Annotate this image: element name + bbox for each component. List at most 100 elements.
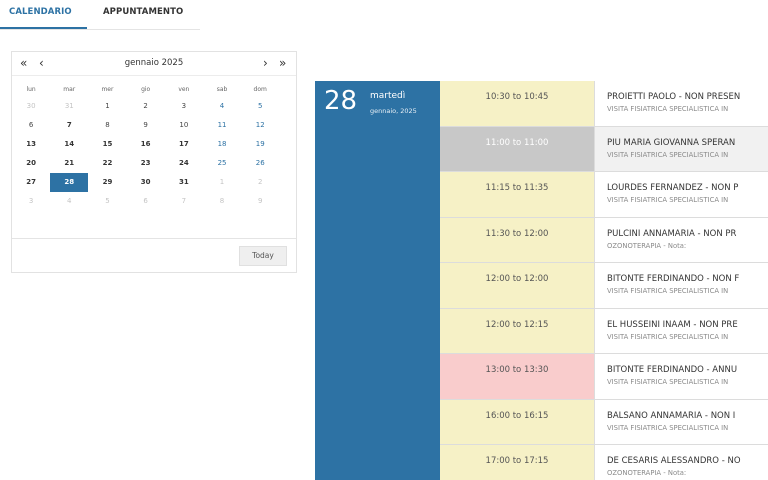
appointment-time: 16:00 to 16:15 (440, 399, 595, 444)
weekday-label: gio (141, 86, 151, 93)
appointment-title: DE CESARIS ALESSANDRO - NO (607, 456, 741, 466)
appointment-service: VISITA FISIATRICA SPECIALISTICA IN (607, 287, 729, 295)
calendar-day[interactable]: 4 (203, 97, 241, 116)
appointment-row[interactable]: 11:30 to 12:00 PULCINI ANNAMARIA - NON PR… (440, 217, 768, 263)
appointment-list: 10:30 to 10:45 PROIETTI PAOLO - NON PRESE… (440, 81, 768, 480)
appointment-row[interactable]: 16:00 to 16:15 BALSANO ANNAMARIA - NON I V… (440, 399, 768, 445)
day-header: 28 martedì gennaio, 2025 (315, 81, 440, 480)
appointment-time: 10:30 to 10:45 (440, 81, 595, 126)
mini-calendar: « ‹ gennaio 2025 › » lun mar mer gio ven sab d… (11, 51, 297, 273)
day-number: 28 (324, 86, 358, 116)
calendar-day[interactable]: 21 (50, 154, 88, 173)
view-tabs: CALENDARIO APPUNTAMENTO (0, 0, 200, 30)
calendar-day[interactable]: 8 (88, 116, 126, 135)
appointment-service: VISITA FISIATRICA SPECIALISTICA IN (607, 332, 729, 341)
appointment-title: PULCINI ANNAMARIA - NON PR (607, 228, 737, 239)
calendar-day[interactable]: 5 (241, 97, 279, 116)
tab-calendar[interactable]: CALENDARIO (9, 7, 72, 17)
calendar-day-outside[interactable]: 8 (203, 192, 241, 211)
weekday-label: mar (63, 86, 76, 93)
calendar-day-outside[interactable]: 30 (12, 97, 50, 116)
month-title[interactable]: gennaio 2025 (12, 58, 296, 68)
calendar-day-outside[interactable]: 3 (12, 192, 50, 211)
appointment-service: VISITA FISIATRICA SPECIALISTICA IN (607, 378, 729, 386)
calendar-day[interactable]: 31 (165, 173, 203, 192)
appointment-title: LOURDES FERNANDEZ - NON P (607, 183, 739, 193)
appointment-row[interactable]: 10:30 to 10:45 PROIETTI PAOLO - NON PRESE… (440, 81, 768, 127)
calendar-day[interactable]: 15 (88, 135, 126, 154)
calendar-day[interactable]: 1 (88, 97, 126, 116)
calendar-day-outside[interactable]: 9 (241, 192, 279, 211)
calendar-day-outside[interactable]: 7 (165, 192, 203, 211)
appointment-time: 11:15 to 11:35 (440, 172, 595, 217)
calendar-day[interactable]: 19 (241, 135, 279, 154)
appointment-time: 11:00 to 11:00 (440, 126, 595, 171)
tab-appointment[interactable]: APPUNTAMENTO (103, 7, 183, 17)
appointment-service: OZONOTERAPIA - Nota: (607, 469, 687, 477)
calendar-day[interactable]: 25 (203, 154, 241, 173)
calendar-day[interactable]: 16 (127, 135, 165, 154)
mini-calendar-header: « ‹ gennaio 2025 › » (12, 52, 296, 76)
appointment-details[interactable]: EL HUSSEINI INAAM - NON PRE VISITA FISIAT… (595, 308, 768, 353)
calendar-day[interactable]: 9 (127, 116, 165, 135)
mini-calendar-footer: Today (12, 238, 296, 273)
calendar-day[interactable]: 13 (12, 135, 50, 154)
calendar-day-outside[interactable]: 2 (241, 173, 279, 192)
next-month-icon[interactable]: › (263, 56, 268, 70)
calendar-day[interactable]: 24 (165, 154, 203, 173)
appointment-time: 12:00 to 12:15 (440, 308, 595, 353)
calendar-day[interactable]: 26 (241, 154, 279, 173)
calendar-day[interactable]: 29 (88, 173, 126, 192)
appointment-row[interactable]: 17:00 to 17:15 DE CESARIS ALESSANDRO - NO… (440, 445, 768, 480)
day-weekday: martedì (370, 91, 406, 101)
appointment-details[interactable]: DE CESARIS ALESSANDRO - NO OZONOTERAPIA -… (595, 445, 768, 480)
weekday-label: ven (178, 86, 190, 93)
appointment-service: OZONOTERAPIA - Nota: (607, 241, 687, 250)
appointment-row[interactable]: 13:00 to 13:30 BITONTE FERDINANDO - ANNU V… (440, 354, 768, 400)
calendar-day-outside[interactable]: 1 (203, 173, 241, 192)
appointment-details[interactable]: PROIETTI PAOLO - NON PRESEN VISITA FISIAT… (595, 81, 768, 126)
appointment-row[interactable]: 11:15 to 11:35 LOURDES FERNANDEZ - NON P V… (440, 172, 768, 218)
calendar-day[interactable]: 10 (165, 116, 203, 135)
calendar-day[interactable]: 23 (127, 154, 165, 173)
calendar-day-outside[interactable]: 4 (50, 192, 88, 211)
calendar-day[interactable]: 12 (241, 116, 279, 135)
next-year-icon[interactable]: » (279, 56, 286, 70)
calendar-day[interactable]: 20 (12, 154, 50, 173)
calendar-day[interactable]: 2 (127, 97, 165, 116)
calendar-day[interactable]: 17 (165, 135, 203, 154)
weekday-label: dom (253, 86, 267, 93)
calendar-day[interactable]: 6 (12, 116, 50, 135)
appointment-details[interactable]: PULCINI ANNAMARIA - NON PR OZONOTERAPIA -… (595, 217, 768, 262)
calendar-day[interactable]: 22 (88, 154, 126, 173)
calendar-day[interactable]: 3 (165, 97, 203, 116)
calendar-day[interactable]: 14 (50, 135, 88, 154)
calendar-day[interactable]: 27 (12, 173, 50, 192)
appointment-details[interactable]: BALSANO ANNAMARIA - NON I VISITA FISIATRI… (595, 399, 768, 444)
appointment-details[interactable]: BITONTE FERDINANDO - ANNU VISITA FISIATRI… (595, 354, 768, 399)
appointment-details[interactable]: PIU MARIA GIOVANNA SPERAN VISITA FISIATRI… (595, 126, 768, 171)
calendar-day-outside[interactable]: 31 (50, 97, 88, 116)
weekday-label: mer (101, 86, 114, 93)
appointment-time: 12:00 to 12:00 (440, 263, 595, 308)
appointment-details[interactable]: BITONTE FERDINANDO - NON F VISITA FISIATR… (595, 263, 768, 308)
calendar-day[interactable]: 30 (127, 173, 165, 192)
calendar-day-outside[interactable]: 5 (88, 192, 126, 211)
calendar-day[interactable]: 7 (50, 116, 88, 135)
calendar-day[interactable]: 11 (203, 116, 241, 135)
appointment-details[interactable]: LOURDES FERNANDEZ - NON P VISITA FISIATRI… (595, 172, 768, 217)
today-button[interactable]: Today (239, 246, 287, 266)
calendar-day[interactable]: 18 (203, 135, 241, 154)
appointment-title: PROIETTI PAOLO - NON PRESEN (607, 92, 741, 102)
appointment-row[interactable]: 12:00 to 12:15 EL HUSSEINI INAAM - NON PR… (440, 308, 768, 354)
weekday-label: lun (26, 86, 36, 93)
appointment-row[interactable]: 11:00 to 11:00 PIU MARIA GIOVANNA SPERAN V… (440, 126, 768, 172)
calendar-day-outside[interactable]: 6 (127, 192, 165, 211)
weekday-label: sab (216, 86, 228, 93)
calendar-day[interactable]: 28 (50, 173, 89, 192)
appointment-time: 17:00 to 17:15 (440, 445, 595, 480)
appointment-title: BITONTE FERDINANDO - ANNU (607, 365, 738, 375)
appointment-title: PIU MARIA GIOVANNA SPERAN (607, 137, 736, 148)
appointment-title: BITONTE FERDINANDO - NON F (607, 274, 740, 284)
appointment-row[interactable]: 12:00 to 12:00 BITONTE FERDINANDO - NON F… (440, 263, 768, 309)
